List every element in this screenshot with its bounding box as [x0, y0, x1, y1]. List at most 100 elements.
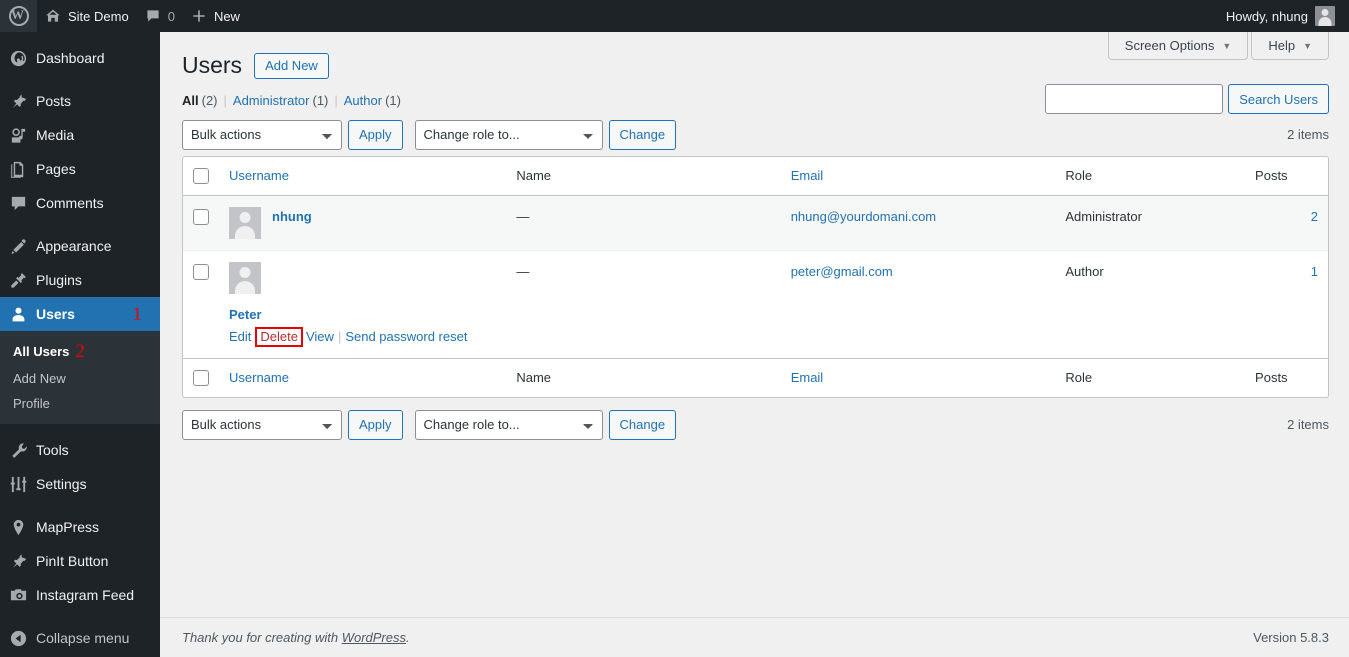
- filter-count: (1): [385, 92, 401, 108]
- change-role-select-bottom[interactable]: Change role to...: [414, 409, 603, 440]
- plus-icon: [191, 8, 207, 24]
- users-table-head: Username Name Email Role Posts: [183, 157, 1328, 197]
- posts-count-link[interactable]: 1: [1311, 264, 1318, 279]
- collapse-menu-button[interactable]: Collapse menu: [0, 621, 160, 655]
- sidebar-item-comments[interactable]: Comments: [0, 186, 160, 220]
- avatar: [229, 262, 261, 295]
- row-checkbox[interactable]: [193, 209, 209, 226]
- bulk-actions-select-bottom[interactable]: Bulk actions: [182, 409, 342, 440]
- footer-thanks: Thank you for creating with WordPress.: [182, 630, 410, 645]
- edit-user-link[interactable]: Edit: [229, 327, 251, 347]
- pages-icon: [0, 160, 36, 179]
- wp-logo-menu[interactable]: W: [0, 0, 37, 32]
- column-label: Name: [516, 369, 552, 385]
- filter-label[interactable]: Author: [344, 93, 382, 108]
- submenu-item-label: Add New: [13, 371, 66, 386]
- displaying-num-top: 2 items: [1287, 127, 1329, 143]
- cell-posts: 1: [1245, 251, 1328, 358]
- sidebar-item-appearance[interactable]: Appearance: [0, 229, 160, 263]
- sidebar-item-users[interactable]: Users 1: [0, 297, 160, 331]
- view-user-link[interactable]: View: [306, 327, 334, 347]
- sidebar-item-mappress[interactable]: MapPress: [0, 510, 160, 544]
- change-role-button-top[interactable]: Change: [608, 119, 677, 150]
- site-name-menu[interactable]: Site Demo: [37, 0, 137, 32]
- wordpress-logo-icon: W: [9, 6, 29, 26]
- home-icon: [45, 8, 61, 24]
- filter-all[interactable]: All (2): [182, 93, 218, 108]
- table-row: nhung — nhung@yourdomani.com Administrat…: [183, 196, 1328, 252]
- cell-email: nhung@yourdomani.com: [780, 196, 1056, 252]
- filter-administrator[interactable]: Administrator (1): [233, 93, 328, 108]
- select-all-checkbox-bottom[interactable]: [193, 369, 209, 386]
- filter-divider: |: [334, 92, 338, 108]
- add-new-user-button[interactable]: Add New: [254, 52, 329, 80]
- sidebar-item-settings[interactable]: Settings: [0, 467, 160, 501]
- sidebar-item-label: Tools: [36, 442, 69, 458]
- posts-pin-icon: [0, 92, 36, 111]
- user-main: Peter Edit Delete View | Send password r…: [229, 305, 467, 347]
- comments-count: 0: [167, 8, 175, 24]
- cell-username: nhung: [219, 196, 507, 252]
- filter-label[interactable]: Administrator: [233, 93, 310, 108]
- table-header-row: Username Name Email Role Posts: [183, 157, 1328, 197]
- collapse-arrow-icon: [0, 629, 36, 648]
- comments-menu[interactable]: 0: [137, 0, 183, 32]
- username-link[interactable]: nhung: [272, 207, 312, 227]
- email-link[interactable]: peter@gmail.com: [791, 264, 893, 279]
- menu-separator: [0, 32, 160, 41]
- users-person-icon: [0, 305, 36, 324]
- search-users-button[interactable]: Search Users: [1228, 84, 1329, 114]
- user-cell: nhung: [229, 207, 496, 240]
- delete-user-link[interactable]: Delete: [260, 329, 298, 344]
- user-cell: Peter Edit Delete View | Send password r…: [229, 262, 496, 347]
- table-footer-row: Username Name Email Role Posts: [183, 357, 1328, 397]
- wordpress-link[interactable]: WordPress: [342, 630, 406, 645]
- help-button[interactable]: Help ▼: [1251, 32, 1329, 60]
- camera-icon: [0, 586, 36, 605]
- sidebar-item-pages[interactable]: Pages: [0, 152, 160, 186]
- sidebar-item-posts[interactable]: Posts: [0, 84, 160, 118]
- send-password-reset-link[interactable]: Send password reset: [345, 327, 467, 347]
- sidebar-item-profile[interactable]: Profile: [0, 391, 160, 416]
- column-header-username[interactable]: Username: [219, 157, 507, 197]
- admin-bar: W Site Demo 0 New Howdy, nhung: [0, 0, 1349, 32]
- sidebar-item-plugins[interactable]: Plugins: [0, 263, 160, 297]
- new-content-menu[interactable]: New: [183, 0, 248, 32]
- column-header-email[interactable]: Email: [780, 157, 1056, 197]
- admin-footer: Thank you for creating with WordPress. V…: [160, 617, 1349, 657]
- change-role-button-bottom[interactable]: Change: [608, 409, 677, 440]
- comments-bubble-icon: [0, 194, 36, 213]
- sidebar-item-tools[interactable]: Tools: [0, 433, 160, 467]
- bulk-actions-group-top: Bulk actions Apply: [182, 119, 403, 150]
- sidebar-item-instagram-feed[interactable]: Instagram Feed: [0, 578, 160, 612]
- cell-name: —: [516, 264, 530, 280]
- row-checkbox[interactable]: [193, 264, 209, 281]
- filter-count: (2): [201, 92, 218, 108]
- change-role-select-top[interactable]: Change role to...: [414, 119, 603, 150]
- screen-options-button[interactable]: Screen Options ▼: [1107, 32, 1249, 60]
- column-footer-email[interactable]: Email: [780, 357, 1056, 397]
- chevron-down-icon: ▼: [1222, 40, 1232, 51]
- sidebar-item-add-new-user[interactable]: Add New: [0, 366, 160, 391]
- cell-role: Author: [1065, 264, 1104, 280]
- media-icon: [0, 126, 36, 145]
- row-action-separator: |: [337, 328, 342, 344]
- sidebar-item-media[interactable]: Media: [0, 118, 160, 152]
- sidebar-item-all-users[interactable]: All Users 2: [0, 337, 160, 366]
- posts-count-link[interactable]: 2: [1311, 209, 1318, 224]
- sidebar-item-pinit-button[interactable]: PinIt Button: [0, 544, 160, 578]
- menu-separator: [0, 220, 160, 229]
- apply-bulk-action-button-bottom[interactable]: Apply: [348, 409, 403, 440]
- select-all-footer: [183, 357, 219, 397]
- my-account-menu[interactable]: Howdy, nhung: [1218, 0, 1349, 32]
- column-footer-username[interactable]: Username: [219, 357, 507, 397]
- bulk-actions-select-top[interactable]: Bulk actions: [182, 119, 342, 150]
- username-link[interactable]: Peter: [229, 305, 467, 325]
- search-input[interactable]: [1045, 84, 1224, 114]
- apply-bulk-action-button-top[interactable]: Apply: [348, 119, 403, 150]
- filter-author[interactable]: Author (1): [344, 93, 401, 108]
- delete-highlight-box: Delete: [255, 326, 303, 347]
- email-link[interactable]: nhung@yourdomani.com: [791, 209, 936, 224]
- sidebar-item-dashboard[interactable]: Dashboard: [0, 41, 160, 75]
- select-all-checkbox-top[interactable]: [193, 167, 209, 184]
